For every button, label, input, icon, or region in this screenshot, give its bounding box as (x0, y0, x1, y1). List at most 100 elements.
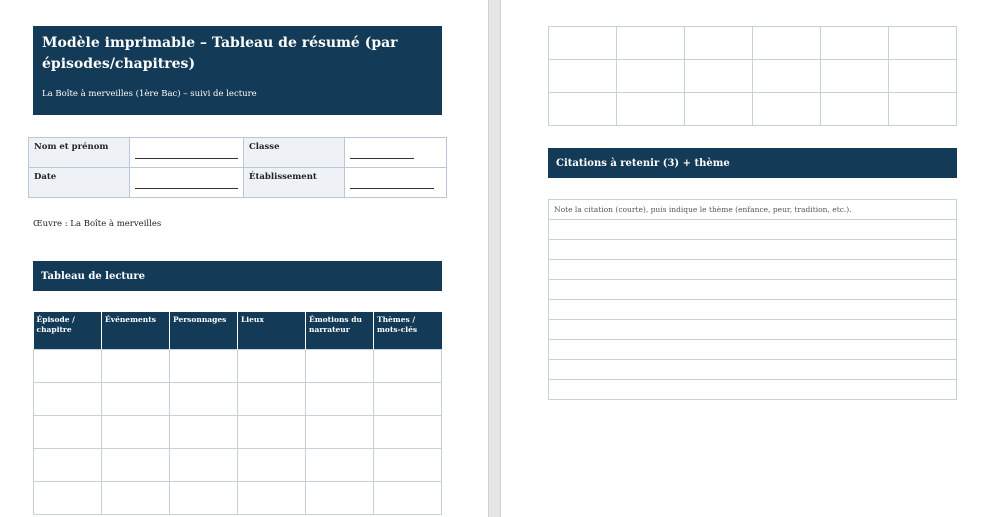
school-label: Établissement (243, 167, 345, 198)
citation-line[interactable] (548, 219, 957, 240)
citations-section-title: Citations à retenir (3) + thème (556, 157, 730, 169)
table-cell[interactable] (237, 414, 306, 449)
table-cell[interactable] (616, 26, 685, 60)
name-field[interactable] (129, 137, 244, 168)
table-row (33, 414, 442, 449)
table-cell[interactable] (373, 348, 442, 383)
table-cell[interactable] (305, 414, 374, 449)
table-cell[interactable] (237, 381, 306, 416)
col-characters: Personnages (169, 312, 238, 349)
table-row (548, 26, 957, 60)
table-cell[interactable] (237, 348, 306, 383)
table-row (548, 92, 957, 126)
col-events: Événements (101, 312, 170, 349)
table-cell[interactable] (548, 26, 617, 60)
citation-line[interactable] (548, 319, 957, 340)
table-row (548, 299, 957, 320)
date-underline (135, 181, 238, 189)
table-cell[interactable] (820, 92, 889, 126)
table-row (548, 379, 957, 400)
page-gutter (488, 0, 501, 517)
citations-section-bar: Citations à retenir (3) + thème (548, 148, 957, 178)
table-cell[interactable] (373, 381, 442, 416)
table-cell[interactable] (101, 414, 170, 449)
table-cell[interactable] (169, 348, 238, 383)
citation-line[interactable] (548, 239, 957, 260)
name-underline (135, 151, 238, 159)
reading-table: Épisode / chapitre Événements Personnage… (33, 312, 442, 515)
table-row (548, 279, 957, 300)
table-cell[interactable] (373, 480, 442, 515)
table-cell[interactable] (373, 414, 442, 449)
class-field[interactable] (344, 137, 447, 168)
table-cell[interactable] (101, 348, 170, 383)
citation-line[interactable] (548, 259, 957, 280)
table-cell[interactable] (33, 447, 102, 482)
page-subtitle: La Boîte à merveilles (1ère Bac) – suivi… (42, 89, 257, 99)
table-cell[interactable] (101, 381, 170, 416)
reading-section-title: Tableau de lecture (41, 270, 145, 282)
table-row (548, 59, 957, 93)
table-cell[interactable] (33, 348, 102, 383)
citations-table: Note la citation (courte), puis indique … (548, 199, 957, 400)
table-cell[interactable] (101, 447, 170, 482)
table-cell[interactable] (373, 447, 442, 482)
table-cell[interactable] (169, 414, 238, 449)
col-emotions: Émotions du narrateur (305, 312, 374, 349)
table-cell[interactable] (888, 59, 957, 93)
table-cell[interactable] (237, 447, 306, 482)
table-cell[interactable] (888, 26, 957, 60)
table-cell[interactable] (305, 348, 374, 383)
table-cell[interactable] (684, 92, 753, 126)
date-field[interactable] (129, 167, 244, 198)
table-cell[interactable] (305, 480, 374, 515)
table-cell[interactable] (305, 381, 374, 416)
page-title: Modèle imprimable – Tableau de résumé (p… (42, 35, 398, 72)
citation-line[interactable] (548, 359, 957, 380)
table-cell[interactable] (752, 92, 821, 126)
reading-section-bar: Tableau de lecture (33, 261, 442, 291)
table-row: Note la citation (courte), puis indique … (548, 199, 957, 220)
citation-line[interactable] (548, 279, 957, 300)
table-cell[interactable] (684, 59, 753, 93)
citations-instruction: Note la citation (courte), puis indique … (548, 199, 957, 220)
col-episode: Épisode / chapitre (33, 312, 102, 349)
table-cell[interactable] (548, 59, 617, 93)
citation-line[interactable] (548, 379, 957, 400)
reading-table-continued (548, 26, 957, 126)
table-row (33, 447, 442, 482)
table-cell[interactable] (820, 59, 889, 93)
citation-line[interactable] (548, 299, 957, 320)
title-banner: Modèle imprimable – Tableau de résumé (p… (33, 26, 442, 115)
table-cell[interactable] (752, 26, 821, 60)
student-info-table: Nom et prénom Classe Date Établissement (28, 137, 447, 198)
table-cell[interactable] (169, 480, 238, 515)
table-cell[interactable] (33, 381, 102, 416)
table-cell[interactable] (684, 26, 753, 60)
table-cell[interactable] (237, 480, 306, 515)
table-cell[interactable] (169, 447, 238, 482)
table-cell[interactable] (33, 414, 102, 449)
table-cell[interactable] (33, 480, 102, 515)
table-cell[interactable] (616, 59, 685, 93)
date-label: Date (28, 167, 130, 198)
table-cell[interactable] (888, 92, 957, 126)
table-row (33, 381, 442, 416)
name-label: Nom et prénom (28, 137, 130, 168)
page-left: Modèle imprimable – Tableau de résumé (p… (0, 0, 488, 517)
table-cell[interactable] (101, 480, 170, 515)
school-field[interactable] (344, 167, 447, 198)
table-row (548, 219, 957, 240)
table-cell[interactable] (752, 59, 821, 93)
citation-line[interactable] (548, 339, 957, 360)
table-row (548, 359, 957, 380)
table-cell[interactable] (305, 447, 374, 482)
table-cell[interactable] (616, 92, 685, 126)
table-cell[interactable] (820, 26, 889, 60)
class-underline (350, 151, 414, 159)
table-cell[interactable] (169, 381, 238, 416)
table-row (33, 480, 442, 515)
oeuvre-line: Œuvre : La Boîte à merveilles (33, 219, 162, 229)
table-cell[interactable] (548, 92, 617, 126)
table-row (548, 319, 957, 340)
